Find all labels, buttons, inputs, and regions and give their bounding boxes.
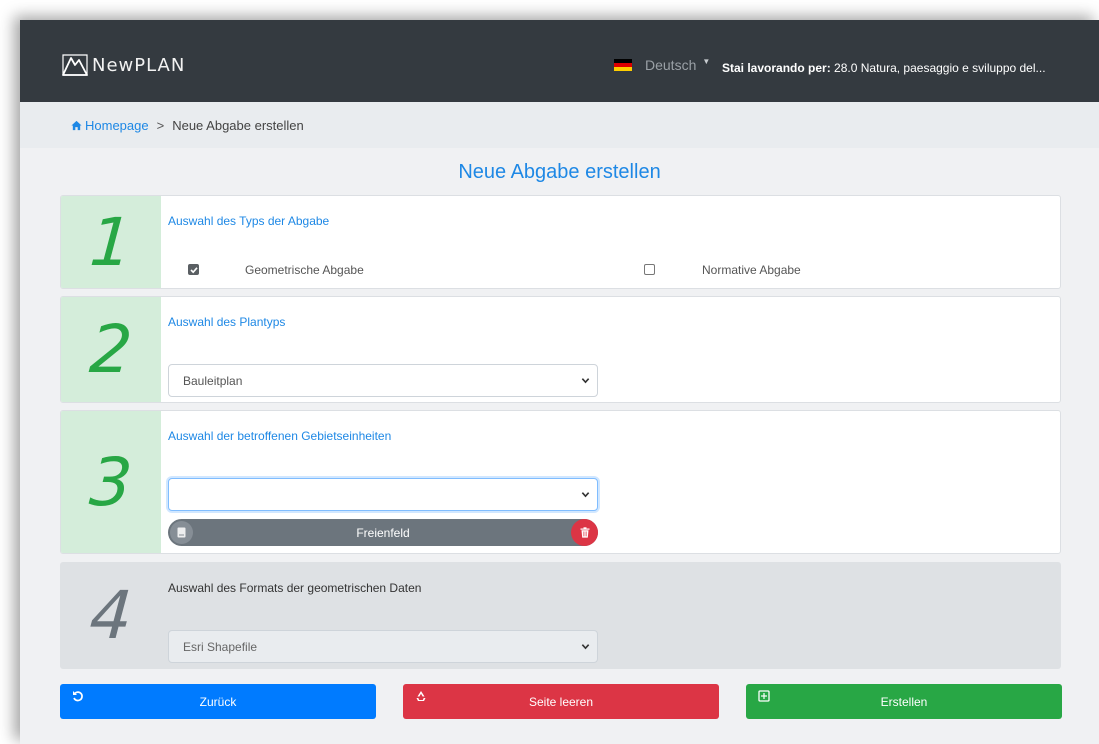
- step-number-panel: 4: [61, 563, 161, 668]
- step-number-panel: 3: [61, 411, 161, 553]
- breadcrumb-current: Neue Abgabe erstellen: [172, 117, 304, 133]
- step-body: Auswahl der betroffenen Gebietseinheiten…: [161, 411, 1060, 553]
- normative-submission-checkbox[interactable]: Normative Abgabe: [644, 263, 801, 277]
- newplan-logo-icon: [62, 54, 88, 76]
- language-label: Deutsch: [645, 57, 697, 73]
- breadcrumb: Homepage > Neue Abgabe erstellen: [20, 102, 1099, 148]
- clear-page-label: Seite leeren: [528, 694, 594, 709]
- chevron-down-icon: [581, 644, 590, 650]
- geometric-submission-checkbox[interactable]: Geometrische Abgabe: [188, 263, 364, 277]
- german-flag-icon: [614, 59, 632, 71]
- clear-page-button[interactable]: Seite leeren: [403, 684, 719, 719]
- brand-name: NewPLAN: [92, 54, 186, 76]
- work-context: Stai lavorando per: 28.0 Natura, paesagg…: [722, 61, 1046, 75]
- recycle-icon: [416, 691, 426, 701]
- geometric-format-select[interactable]: Esri Shapefile: [168, 630, 598, 663]
- checkbox-label: Geometrische Abgabe: [245, 262, 364, 277]
- step-label: Auswahl des Formats der geometrischen Da…: [168, 581, 422, 595]
- chevron-down-icon: [581, 378, 590, 384]
- step-label: Auswahl der betroffenen Gebietseinheiten: [168, 429, 392, 443]
- unit-document-button[interactable]: [170, 521, 193, 544]
- step-number: 3: [87, 443, 135, 521]
- back-button[interactable]: Zurück: [60, 684, 376, 719]
- select-value: Esri Shapefile: [183, 639, 258, 654]
- create-button-label: Erstellen: [880, 694, 928, 709]
- breadcrumb-separator: >: [156, 117, 165, 133]
- caret-down-icon: ▼: [702, 56, 711, 66]
- step-number-panel: 1: [61, 196, 161, 288]
- undo-icon: [73, 691, 83, 702]
- select-value: Bauleitplan: [183, 373, 243, 388]
- breadcrumb-home-link[interactable]: Homepage: [71, 118, 149, 133]
- step-1-card: 1 Auswahl des Typs der Abgabe Geometrisc…: [60, 195, 1061, 289]
- step-number-panel: 2: [61, 297, 161, 402]
- checkbox-box[interactable]: [188, 264, 199, 275]
- step-body: Auswahl des Formats der geometrischen Da…: [161, 563, 1060, 668]
- trash-icon: [580, 527, 589, 538]
- page-title: Neue Abgabe erstellen: [458, 161, 661, 183]
- step-number: 1: [87, 203, 135, 281]
- checkbox-label: Normative Abgabe: [702, 262, 801, 277]
- step-number: 4: [87, 577, 135, 654]
- tag-label: Freienfeld: [356, 525, 410, 540]
- plus-square-icon: [758, 690, 770, 702]
- top-navbar: NewPLAN Deutsch ▼ Stai lavorando per: 28…: [20, 20, 1099, 102]
- work-context-label: Stai lavorando per:: [722, 61, 831, 75]
- step-number: 2: [87, 311, 135, 388]
- step-label: Auswahl des Plantyps: [168, 315, 286, 329]
- work-context-value: 28.0 Natura, paesaggio e sviluppo del...: [834, 61, 1046, 75]
- territorial-units-select[interactable]: [168, 478, 598, 511]
- checkmark-icon: [189, 266, 198, 273]
- step-2-card: 2 Auswahl des Plantyps Bauleitplan: [60, 296, 1061, 403]
- back-button-label: Zurück: [199, 694, 237, 709]
- brand-logo[interactable]: NewPLAN: [62, 54, 185, 76]
- step-3-card: 3 Auswahl der betroffenen Gebietseinheit…: [60, 410, 1061, 554]
- remove-unit-button[interactable]: [571, 519, 598, 546]
- selected-unit-tag: Freienfeld: [168, 519, 598, 546]
- create-button[interactable]: Erstellen: [746, 684, 1062, 719]
- step-label: Auswahl des Typs der Abgabe: [168, 214, 330, 228]
- document-icon: [177, 527, 186, 538]
- step-4-card: 4 Auswahl des Formats der geometrischen …: [60, 562, 1061, 669]
- language-dropdown[interactable]: Deutsch ▼: [614, 57, 710, 73]
- chevron-down-icon: [581, 492, 590, 498]
- plan-type-select[interactable]: Bauleitplan: [168, 364, 598, 397]
- step-body: Auswahl des Typs der Abgabe Geometrische…: [161, 196, 1060, 288]
- home-icon: [71, 120, 82, 130]
- checkbox-box[interactable]: [644, 264, 655, 275]
- breadcrumb-home-label: Homepage: [85, 117, 149, 133]
- app-window: NewPLAN Deutsch ▼ Stai lavorando per: 28…: [20, 20, 1099, 744]
- step-body: Auswahl des Plantyps Bauleitplan: [161, 297, 1060, 402]
